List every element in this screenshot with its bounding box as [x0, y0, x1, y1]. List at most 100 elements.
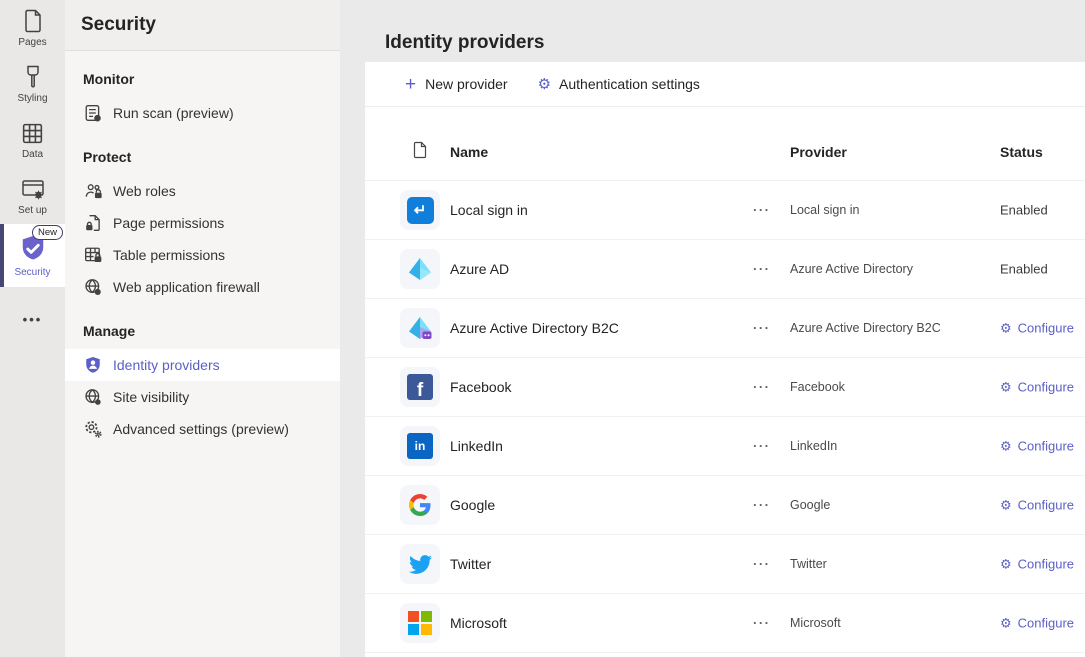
row-more-options-button[interactable]: ··· [753, 557, 771, 572]
azure-ad-b2c-icon [400, 308, 440, 348]
configure-label: Configure [1018, 321, 1074, 336]
sidebar-item-run-scan-preview[interactable]: Run scan (preview) [65, 97, 340, 129]
row-more-options-button[interactable]: ··· [753, 321, 771, 336]
provider-name: Azure AD [450, 261, 509, 277]
sidebar-title: Security [81, 14, 156, 36]
sidebar-item-site-visibility[interactable]: Site visibility [65, 381, 340, 413]
table-row-microsoft[interactable]: Microsoft ··· Microsoft ⚙ Configure [365, 594, 1085, 653]
column-header-status: Status [1000, 144, 1043, 160]
rail-item-security[interactable]: New Security [0, 224, 65, 287]
sidebar-section-manage: Manage Identity providers Site visibilit… [65, 303, 340, 445]
configure-label: Configure [1018, 498, 1074, 513]
row-more-options-button[interactable]: ··· [753, 380, 771, 395]
rail-more-button[interactable]: ••• [0, 299, 65, 339]
row-more-options-button[interactable]: ··· [753, 203, 771, 218]
sidebar-item-advanced-settings-preview[interactable]: Advanced settings (preview) [65, 413, 340, 445]
rail-item-set-up[interactable]: Set up [0, 168, 65, 224]
plus-icon: + [405, 75, 416, 94]
sidebar-item-label: Page permissions [113, 215, 224, 231]
provider-type: LinkedIn [790, 439, 837, 453]
table-row-local-sign-in[interactable]: ↵ Local sign in ··· Local sign in Enable… [365, 181, 1085, 240]
page-title: Identity providers [385, 32, 544, 54]
gear-icon: ⚙ [1000, 499, 1012, 512]
firewall-icon [83, 278, 103, 296]
rail-item-label: Security [14, 267, 50, 278]
row-more-options-button[interactable]: ··· [753, 262, 771, 277]
sidebar-section-protect: Protect Web roles Page permissions Table… [65, 129, 340, 303]
provider-type: Google [790, 498, 830, 512]
provider-name: Local sign in [450, 202, 528, 218]
row-more-options-button[interactable]: ··· [753, 498, 771, 513]
configure-link[interactable]: ⚙ Configure [1000, 557, 1074, 572]
provider-type: Microsoft [790, 616, 841, 630]
configure-label: Configure [1018, 616, 1074, 631]
provider-name: Azure Active Directory B2C [450, 320, 619, 336]
configure-label: Configure [1018, 557, 1074, 572]
gear-icon: ⚙ [1000, 440, 1012, 453]
row-more-options-button[interactable]: ··· [753, 439, 771, 454]
document-column-icon [412, 141, 428, 164]
microsoft-icon [400, 603, 440, 643]
site-visibility-icon [83, 388, 103, 406]
table-row-azure-active-directory-b2c[interactable]: Azure Active Directory B2C ··· Azure Act… [365, 299, 1085, 358]
configure-link[interactable]: ⚙ Configure [1000, 498, 1074, 513]
linkedin-icon: in [400, 426, 440, 466]
status-text: Enabled [1000, 262, 1048, 277]
configure-link[interactable]: ⚙ Configure [1000, 380, 1074, 395]
sidebar-item-web-roles[interactable]: Web roles [65, 175, 340, 207]
gear-icon: ⚙ [1000, 617, 1012, 630]
web-roles-icon [83, 182, 103, 200]
new-provider-button[interactable]: + New provider [405, 75, 508, 94]
local-sign-in-icon: ↵ [400, 190, 440, 230]
rail-item-styling[interactable]: Styling [0, 56, 65, 112]
row-more-options-button[interactable]: ··· [753, 616, 771, 631]
sidebar-item-label: Run scan (preview) [113, 105, 234, 121]
provider-type: Azure Active Directory B2C [790, 321, 941, 335]
styling-icon [21, 64, 45, 90]
configure-link[interactable]: ⚙ Configure [1000, 439, 1074, 454]
authentication-settings-label: Authentication settings [559, 76, 700, 92]
identity-providers-icon [83, 356, 103, 374]
authentication-settings-button[interactable]: ⚙ Authentication settings [538, 76, 700, 92]
section-label: Manage [65, 303, 340, 349]
identity-providers-card: + New provider ⚙ Authentication settings… [365, 62, 1085, 657]
table-row-twitter[interactable]: Twitter ··· Twitter ⚙ Configure [365, 535, 1085, 594]
setup-icon [20, 177, 46, 202]
page-permissions-icon [83, 214, 103, 232]
security-sidebar: Security Monitor Run scan (preview) Prot… [65, 0, 340, 657]
sidebar-item-label: Web application firewall [113, 279, 260, 295]
sidebar-item-identity-providers[interactable]: Identity providers [65, 349, 340, 381]
sidebar-item-table-permissions[interactable]: Table permissions [65, 239, 340, 271]
sidebar-item-web-application-firewall[interactable]: Web application firewall [65, 271, 340, 303]
configure-link[interactable]: ⚙ Configure [1000, 321, 1074, 336]
rail-item-pages[interactable]: Pages [0, 0, 65, 56]
provider-name: Google [450, 497, 495, 513]
sidebar-item-label: Identity providers [113, 357, 220, 373]
configure-label: Configure [1018, 380, 1074, 395]
provider-name: Microsoft [450, 615, 507, 631]
sidebar-item-label: Advanced settings (preview) [113, 421, 289, 437]
table-row-linkedin[interactable]: in LinkedIn ··· LinkedIn ⚙ Configure [365, 417, 1085, 476]
configure-link[interactable]: ⚙ Configure [1000, 616, 1074, 631]
new-provider-label: New provider [425, 76, 507, 92]
status-text: Enabled [1000, 203, 1048, 218]
table-row-google[interactable]: Google ··· Google ⚙ Configure [365, 476, 1085, 535]
table-permissions-icon [83, 246, 103, 264]
table-row-azure-ad[interactable]: Azure AD ··· Azure Active Directory Enab… [365, 240, 1085, 299]
section-label: Monitor [65, 51, 340, 97]
provider-name: Twitter [450, 556, 491, 572]
rail-item-label: Data [22, 149, 43, 160]
sidebar-item-label: Table permissions [113, 247, 225, 263]
sidebar-header: Security [65, 0, 340, 51]
provider-type: Twitter [790, 557, 827, 571]
advanced-settings-icon [83, 420, 103, 438]
gear-icon: ⚙ [538, 77, 551, 92]
new-badge: New [32, 225, 63, 240]
data-icon [20, 121, 45, 146]
rail-item-data[interactable]: Data [0, 112, 65, 168]
section-label: Protect [65, 129, 340, 175]
table-row-facebook[interactable]: f Facebook ··· Facebook ⚙ Configure [365, 358, 1085, 417]
selected-indicator [0, 224, 4, 287]
sidebar-item-page-permissions[interactable]: Page permissions [65, 207, 340, 239]
rail-item-label: Set up [18, 205, 47, 216]
